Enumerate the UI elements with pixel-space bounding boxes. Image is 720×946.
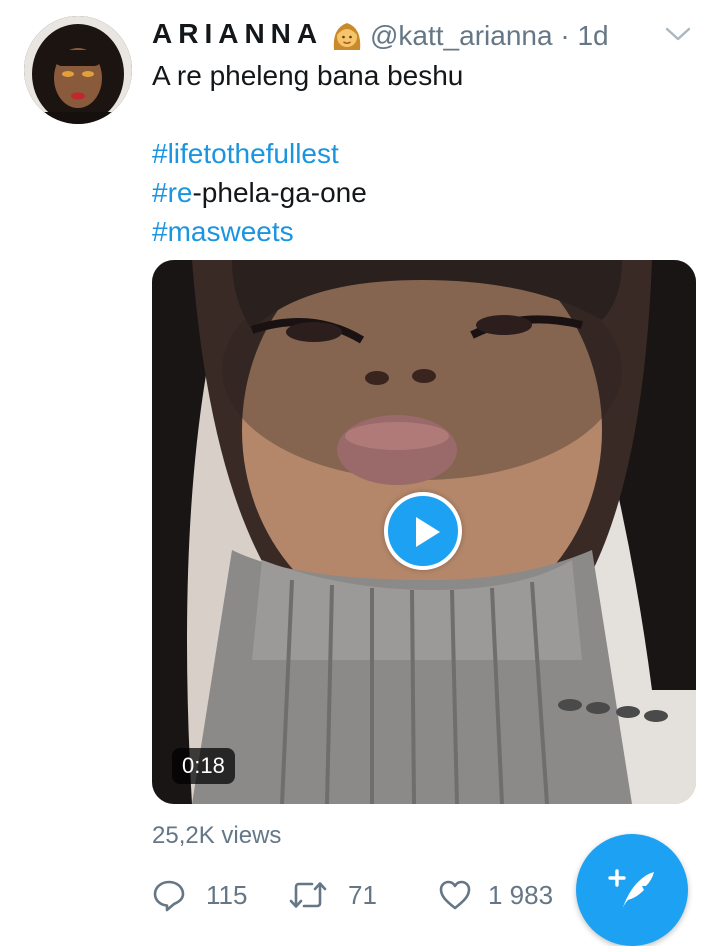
like-button[interactable]: 1 983 <box>438 872 578 920</box>
tweet-timestamp: 1d <box>577 20 609 51</box>
tweet-header: ARIANNA @katt_arianna · 1d <box>152 16 700 56</box>
author-avatar[interactable] <box>24 16 132 124</box>
compose-tweet-icon <box>608 869 654 910</box>
author-handle: @katt_arianna <box>370 20 553 51</box>
hashtag-link[interactable]: #re <box>152 177 192 208</box>
play-button[interactable] <box>384 492 462 570</box>
hashtag-line-2: #re-phela-ga-one <box>152 173 692 212</box>
tweet-body: A re pheleng bana beshu #lifetothefulles… <box>152 56 692 251</box>
reply-button[interactable]: 115 <box>152 872 262 920</box>
reply-icon <box>153 880 185 912</box>
chevron-down-icon[interactable] <box>664 24 692 44</box>
tweet-actions: 115 71 1 983 <box>152 872 582 920</box>
hashtag-link[interactable]: #lifetothefullest <box>152 138 339 169</box>
retweet-icon <box>289 882 327 908</box>
compose-tweet-button[interactable] <box>576 834 688 946</box>
play-icon <box>416 517 440 547</box>
author-handle-and-time[interactable]: @katt_arianna · 1d <box>370 20 609 52</box>
retweet-button[interactable]: 71 <box>288 872 398 920</box>
woman-emoji-icon <box>330 20 364 54</box>
separator-dot: · <box>560 20 570 51</box>
view-count[interactable]: 25,2K views <box>152 822 281 850</box>
hashtag-link[interactable]: #masweets <box>152 216 294 247</box>
hashtag-line-3: #masweets <box>152 212 692 251</box>
tweet-text: A re pheleng bana beshu <box>152 60 464 91</box>
hashtag-suffix-text: -phela-ga-one <box>192 177 367 208</box>
heart-icon <box>439 880 471 910</box>
avatar-image <box>24 16 132 124</box>
video-duration-badge: 0:18 <box>172 748 235 784</box>
author-display-name[interactable]: ARIANNA <box>152 18 323 50</box>
retweet-count: 71 <box>348 880 377 910</box>
video-player[interactable]: 0:18 <box>152 260 696 804</box>
like-count: 1 983 <box>488 880 554 910</box>
reply-count: 115 <box>206 880 248 910</box>
hashtag-line-1: #lifetothefullest <box>152 134 692 173</box>
